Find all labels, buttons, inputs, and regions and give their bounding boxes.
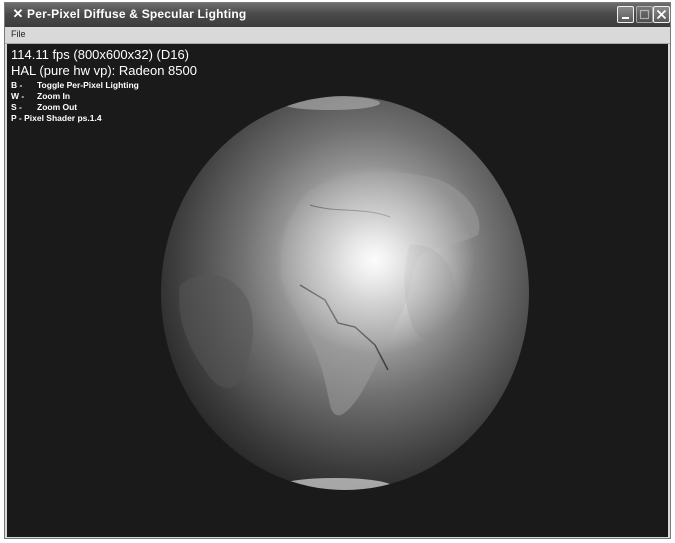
close-button[interactable]: [653, 6, 670, 23]
menu-bar: File: [5, 27, 670, 44]
help-action: Pixel Shader ps.1.4: [24, 113, 102, 123]
maximize-icon: [639, 9, 650, 20]
device-readout: HAL (pure hw vp): Radeon 8500: [11, 63, 197, 78]
render-viewport[interactable]: 114.11 fps (800x600x32) (D16) HAL (pure …: [7, 44, 668, 537]
minimize-button[interactable]: [617, 6, 634, 23]
app-window: ✕ Per-Pixel Diffuse & Specular Lighting …: [4, 2, 671, 539]
help-zoom-in: W - Zoom In: [11, 91, 70, 101]
title-bar[interactable]: ✕ Per-Pixel Diffuse & Specular Lighting: [5, 3, 670, 27]
app-x-icon[interactable]: ✕: [11, 7, 25, 21]
help-key: B -: [11, 80, 23, 90]
close-icon: [656, 9, 667, 20]
help-action: Toggle Per-Pixel Lighting: [37, 80, 139, 90]
menu-file[interactable]: File: [11, 29, 26, 39]
earth-globe: [161, 96, 529, 490]
help-toggle-lighting: B - Toggle Per-Pixel Lighting: [11, 80, 139, 90]
minimize-icon: [622, 17, 629, 19]
help-key: P -: [11, 113, 22, 123]
help-action: Zoom Out: [37, 102, 78, 112]
fps-readout: 114.11 fps (800x600x32) (D16): [11, 47, 190, 62]
window-title: Per-Pixel Diffuse & Specular Lighting: [27, 7, 247, 21]
help-key: S -: [11, 102, 22, 112]
maximize-button[interactable]: [636, 6, 653, 23]
help-key: W -: [11, 91, 25, 101]
help-action: Zoom In: [37, 91, 71, 101]
help-pixel-shader: P - Pixel Shader ps.1.4: [11, 113, 102, 123]
help-zoom-out: S - Zoom Out: [11, 102, 77, 112]
